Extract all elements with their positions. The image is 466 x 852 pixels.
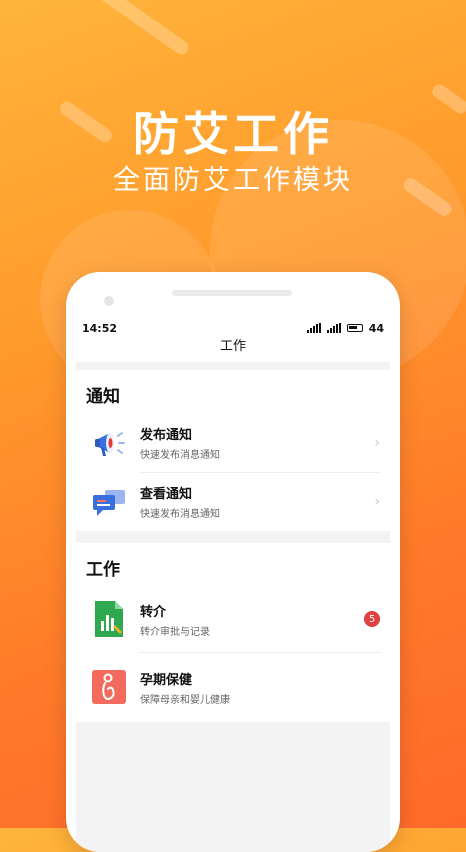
spreadsheet-icon xyxy=(90,600,128,638)
hero-title: 防艾工作 xyxy=(133,107,333,161)
item-description: 转介审批与记录 xyxy=(140,626,210,638)
signal-icon xyxy=(326,323,341,333)
item-label: 发布通知 xyxy=(140,428,193,443)
section-notifications: 通知 发布通知 快速发布消息通知 › 查看通知 快速发布消息通知 › xyxy=(76,370,390,531)
chevron-right-icon: › xyxy=(374,434,380,451)
signal-icon xyxy=(306,323,321,333)
list-item-view-notice[interactable]: 查看通知 快速发布消息通知 › xyxy=(76,472,390,531)
item-label: 查看通知 xyxy=(140,487,193,502)
list-item-referral[interactable]: 转介 转介审批与记录 5 xyxy=(76,586,390,652)
status-bar: 14:52 44 xyxy=(76,318,390,338)
megaphone-icon xyxy=(90,424,128,462)
speaker-grille xyxy=(172,290,292,296)
phone-screen: 14:52 44 工作 通知 发布通知 快速发布消息通知 › 查看通知 快速发布… xyxy=(76,318,390,852)
status-time: 14:52 xyxy=(82,321,118,335)
section-title: 工作 xyxy=(86,560,120,580)
battery-icon xyxy=(346,324,363,332)
item-label: 转介 xyxy=(140,604,167,620)
pregnancy-icon xyxy=(90,668,128,706)
chevron-right-icon: › xyxy=(374,493,380,510)
hero-subtitle: 全面防艾工作模块 xyxy=(113,165,353,196)
list-item-prenatal-care[interactable]: 孕期保健 保障母亲和婴儿健康 xyxy=(76,652,390,722)
item-description: 保障母亲和婴儿健康 xyxy=(140,694,230,706)
section-title: 通知 xyxy=(86,387,120,407)
count-badge: 5 xyxy=(364,611,380,627)
background-stripe xyxy=(84,0,192,58)
item-description: 快速发布消息通知 xyxy=(140,450,220,461)
phone-mockup: 14:52 44 工作 通知 发布通知 快速发布消息通知 › 查看通知 快速发布… xyxy=(66,272,400,852)
camera-icon xyxy=(104,296,114,306)
item-label: 孕期保健 xyxy=(140,672,193,688)
item-description: 快速发布消息通知 xyxy=(140,509,220,520)
battery-level: 44 xyxy=(368,321,384,335)
page-title: 工作 xyxy=(76,338,390,362)
section-work: 工作 转介 转介审批与记录 5 孕期保健 保障母亲和婴儿健康 xyxy=(76,543,390,722)
list-item-publish-notice[interactable]: 发布通知 快速发布消息通知 › xyxy=(76,413,390,472)
chat-bubbles-icon xyxy=(90,483,128,521)
